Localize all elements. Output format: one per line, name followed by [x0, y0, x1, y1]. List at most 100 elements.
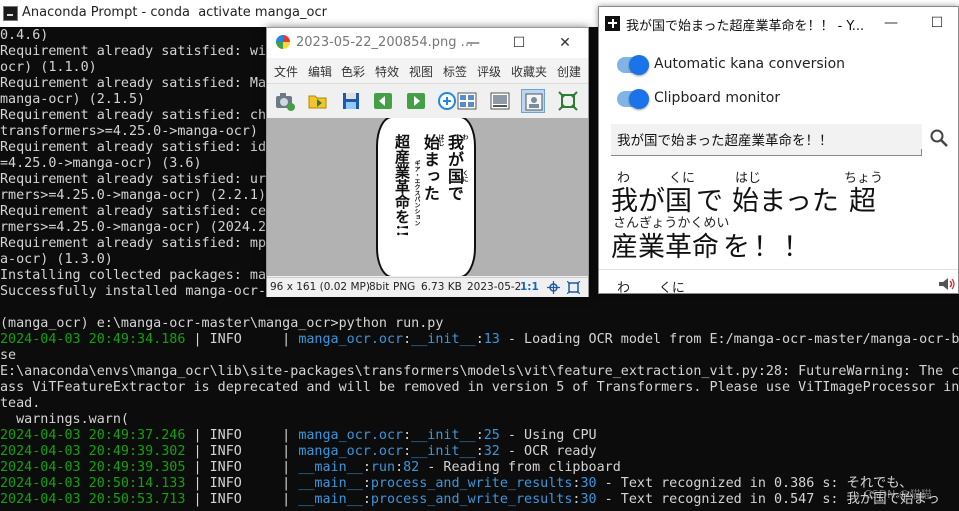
- console-text-segment: run: [370, 460, 396, 475]
- console-text-segment: __main__: [298, 476, 363, 491]
- result-word-wo[interactable]: を！！: [723, 225, 813, 264]
- console-text-segment: process_and_write_results: [370, 492, 573, 507]
- dictionary-window[interactable]: 我が国で始まった超産業革命を！！ - Y... — ☐ Automatic ka…: [598, 6, 959, 294]
- manga-speech-bubble: 我が国で 始まった 超産業革命を!! わ くに はじ ギア・エクスパンション: [376, 118, 476, 276]
- menu-view[interactable]: 视图: [409, 63, 433, 80]
- result-word-sangyoukakumei[interactable]: 産業革命: [611, 225, 719, 264]
- fit-window-icon[interactable]: [556, 89, 580, 113]
- console-text-segment: :: [475, 428, 484, 443]
- console-text-segment: 2024-04-03 20:50:53.713: [0, 492, 186, 507]
- console-line: Requirement already satisfied: url: [0, 172, 274, 188]
- console-line: 2024-04-03 20:49:39.302 | INFO | manga_o…: [0, 444, 597, 460]
- console-text-segment: ass ViTFeatureExtractor is deprecated an…: [0, 380, 959, 395]
- console-line: 2024-04-03 20:49:34.186 | INFO | manga_o…: [0, 332, 959, 348]
- back-arrow-icon[interactable]: [371, 89, 395, 113]
- camera-icon[interactable]: [273, 89, 297, 113]
- console-line: se: [0, 348, 16, 364]
- crosshair-icon[interactable]: [547, 281, 560, 294]
- menu-rating[interactable]: 评级: [477, 63, 501, 80]
- console-line: Requirement already satisfied: idn: [0, 140, 274, 156]
- console-text-segment: (manga_ocr) e:\manga-ocr-master\manga_oc…: [0, 316, 444, 331]
- console-text-segment: manga_ocr.ocr: [298, 332, 404, 347]
- status-size: 6.73 KB: [421, 281, 462, 293]
- console-text-segment: a-ocr) (1.3.0): [0, 252, 113, 267]
- console-text-segment: 2024-04-03 20:50:14.133: [0, 476, 186, 491]
- manga-furigana-gear: ギア・エクスパンション: [413, 160, 420, 226]
- speaker-icon[interactable]: [938, 277, 956, 291]
- resize-grip-icon[interactable]: [915, 149, 922, 156]
- manga-text-col3: 超産業革命を!!: [393, 134, 411, 238]
- console-text-segment: :: [362, 492, 371, 507]
- console-text-segment: :: [403, 332, 412, 347]
- console-line: =4.25.0->manga-ocr) (3.6): [0, 156, 202, 172]
- console-text-segment: | INFO |: [185, 444, 299, 459]
- console-text-segment: 2024-04-03 20:49:34.186: [0, 332, 186, 347]
- console-text-segment: 2024-04-03 20:49:39.305: [0, 460, 186, 475]
- dictionary-maximize-button[interactable]: ☐: [914, 7, 958, 39]
- menu-tags[interactable]: 标签: [443, 63, 467, 80]
- menu-favorites[interactable]: 收藏夹: [511, 63, 547, 80]
- save-icon[interactable]: [339, 89, 363, 113]
- status-depth: 8bit: [369, 281, 390, 293]
- console-text-segment: Requirement already satisfied: cha: [0, 108, 275, 123]
- menu-color[interactable]: 色彩: [341, 63, 365, 80]
- console-text-segment: __main__: [298, 492, 363, 507]
- search-input[interactable]: 我が国で始まった超産業革命を！！: [611, 124, 922, 156]
- viewer-toolbar: [267, 83, 588, 119]
- viewer-maximize-button[interactable]: ☐: [496, 28, 542, 58]
- dictionary-minimize-button[interactable]: —: [868, 7, 914, 39]
- console-text-segment: E:\anaconda\envs\manga_ocr\lib\site-pack…: [0, 364, 959, 379]
- result-divider: [599, 269, 958, 270]
- console-text-segment: :: [403, 428, 412, 443]
- forward-arrow-icon[interactable]: [404, 89, 428, 113]
- console-line: manga-ocr) (2.1.5): [0, 92, 145, 108]
- folder-open-icon[interactable]: [306, 89, 330, 113]
- console-text-segment: :: [362, 476, 371, 491]
- console-line: 2024-04-03 20:50:53.713 | INFO | __main_…: [0, 492, 940, 508]
- console-text-segment: __init__: [411, 444, 476, 459]
- dictionary-titlebar[interactable]: 我が国で始まった超産業革命を！！ - Y... — ☐: [599, 7, 958, 39]
- console-text-segment: 30: [580, 492, 597, 507]
- status-dimensions: 96 x 161 (0.02 MP): [270, 281, 370, 293]
- console-line: rmers>=4.25.0->manga-ocr) (2024.2: [0, 220, 266, 236]
- fit-screen-icon[interactable]: [567, 281, 580, 294]
- console-text-segment: manga_ocr.ocr: [298, 428, 404, 443]
- console-text-segment: rmers>=4.25.0->manga-ocr) (2024.2: [0, 220, 267, 235]
- console-text-segment: | INFO |: [185, 476, 299, 491]
- console-text-segment: Installing collected packages: man: [0, 268, 275, 283]
- image-info-icon[interactable]: [488, 89, 512, 113]
- menu-edit[interactable]: 编辑: [308, 63, 332, 80]
- console-text-segment: Requirement already satisfied: mpm: [0, 236, 275, 251]
- viewer-close-button[interactable]: ✕: [542, 28, 588, 58]
- image-canvas[interactable]: 我が国で 始まった 超産業革命を!! わ くに はじ ギア・エクスパンション: [267, 118, 588, 276]
- search-icon[interactable]: [929, 128, 949, 148]
- thumbnails-icon[interactable]: [455, 89, 479, 113]
- console-text-segment: | INFO |: [185, 460, 299, 475]
- dictionary-title: 我が国で始まった超産業革命を！！ - Y...: [626, 19, 865, 34]
- console-text-segment: rmers>=4.25.0->manga-ocr) (2.2.1): [0, 188, 267, 203]
- console-line: ocr) (1.1.0): [0, 60, 97, 76]
- menu-file[interactable]: 文件: [274, 63, 298, 80]
- image-viewer-window[interactable]: 2023-05-22_200854.png ... — ☐ ✕ 文件 编辑 色彩…: [266, 27, 589, 297]
- console-text-segment: 0.4.6): [0, 28, 49, 43]
- console-text-segment: 2024-04-03 20:49:37.246: [0, 428, 186, 443]
- console-text-segment: manga-ocr) (2.1.5): [0, 92, 146, 107]
- console-line: Requirement already satisfied: Mar: [0, 76, 274, 92]
- menu-create[interactable]: 创建: [557, 63, 581, 80]
- kana-conversion-toggle[interactable]: [629, 55, 649, 75]
- app-icon: [605, 16, 620, 31]
- result-word-hajimatta[interactable]: 始まった: [732, 179, 839, 218]
- console-text-segment: transformers>=4.25.0->manga-ocr) (: [0, 124, 275, 139]
- menu-effects[interactable]: 特效: [375, 63, 399, 80]
- manga-furigana-wa: わ: [461, 134, 468, 140]
- clipboard-monitor-toggle[interactable]: [629, 89, 649, 109]
- result-word-chou[interactable]: 超: [849, 179, 876, 218]
- console-text-segment: 32: [483, 444, 500, 459]
- console-text-segment: Requirement already satisfied: cer: [0, 204, 275, 219]
- viewer-statusbar: 96 x 161 (0.02 MP) 8bit PNG 6.73 KB 2023…: [267, 277, 588, 297]
- viewer-title: 2023-05-22_200854.png ...: [296, 35, 474, 50]
- viewer-titlebar[interactable]: 2023-05-22_200854.png ... — ☐ ✕: [267, 28, 588, 58]
- fullscreen-icon[interactable]: [521, 89, 545, 113]
- viewer-minimize-button[interactable]: —: [450, 28, 496, 58]
- status-zoom: 1:1: [520, 281, 539, 293]
